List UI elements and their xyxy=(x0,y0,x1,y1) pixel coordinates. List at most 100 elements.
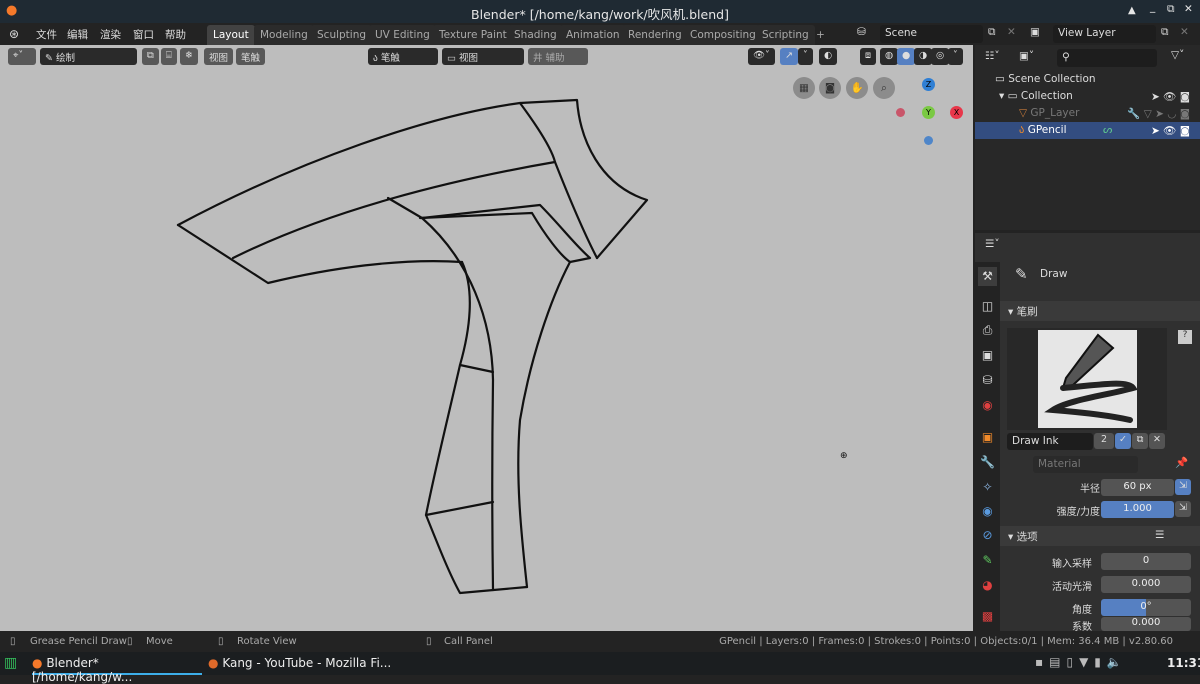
radius-field[interactable]: 60 px xyxy=(1101,479,1174,496)
gizmo-y-axis[interactable]: Y xyxy=(922,106,935,119)
delete-view-layer-icon[interactable]: ✕ xyxy=(1180,26,1189,38)
blender-menu-icon[interactable]: ⊛ xyxy=(9,27,19,41)
list-icon[interactable]: ☰ xyxy=(1155,529,1164,541)
view-layer-icon[interactable]: ▣ xyxy=(1030,26,1040,38)
tab-object-icon[interactable]: ▣ xyxy=(978,428,997,447)
tab-texture-icon[interactable]: ▩ xyxy=(978,607,997,626)
view-menu[interactable]: 视图 xyxy=(204,48,234,65)
maximize-button[interactable]: ⧉ xyxy=(1167,3,1175,16)
scene-icon[interactable]: ⛁ xyxy=(857,26,866,38)
tab-texture-paint[interactable]: Texture Paint xyxy=(433,25,513,45)
outliner-item-gp-layer[interactable]: ▽ GP_Layer 🔧 ▽ ➤ ◡ ◙ xyxy=(975,105,1200,122)
duplicate-brush-icon[interactable]: ⧉ xyxy=(1132,433,1148,449)
radius-pressure-icon[interactable]: ⇲ xyxy=(1175,479,1191,495)
tab-output-icon[interactable]: ⎙ xyxy=(978,321,997,340)
brush-panel-header[interactable]: ▾ 笔刷 xyxy=(1000,301,1200,321)
shading-solid-icon[interactable]: ● xyxy=(897,48,916,65)
tab-render-icon[interactable]: ◫ xyxy=(978,297,997,316)
strength-pressure-icon[interactable]: ⇲ xyxy=(1175,501,1191,517)
multiframe-icon[interactable]: ⧉ xyxy=(142,48,159,65)
edit-lines-icon[interactable]: ⌸ xyxy=(161,48,177,65)
zoom-icon[interactable]: ⌕ xyxy=(873,77,895,99)
visibility-toggles[interactable]: ➤ 👁 ◙ xyxy=(1151,124,1190,137)
material-pin-icon[interactable]: 📌 xyxy=(1175,456,1188,469)
tab-physics-icon[interactable]: ◉ xyxy=(978,502,997,521)
minimize-button[interactable]: _ xyxy=(1150,1,1155,13)
filter-icon[interactable]: ▽˅ xyxy=(1171,49,1184,61)
tab-scene-icon[interactable]: ⛁ xyxy=(978,371,997,390)
menu-help[interactable]: 帮助 xyxy=(165,27,186,42)
tab-shading[interactable]: Shading xyxy=(508,25,563,45)
gizmo-neg-z-axis[interactable] xyxy=(924,136,933,145)
shading-dropdown[interactable]: ˅ xyxy=(948,48,963,65)
tab-compositing[interactable]: Compositing xyxy=(684,25,762,45)
unlink-brush-icon[interactable]: ✕ xyxy=(1149,433,1165,449)
brush-users-count[interactable]: 2 xyxy=(1094,433,1114,449)
input-samples-field[interactable]: 0 xyxy=(1101,553,1191,570)
tab-data-icon[interactable]: ✎ xyxy=(978,551,997,570)
new-scene-icon[interactable]: ⧉ xyxy=(988,26,996,39)
filter-view-layer-icon[interactable]: ▣˅ xyxy=(1019,50,1034,62)
brush-menu[interactable]: 笔触 xyxy=(236,48,266,65)
task-blender[interactable]: ● Blender* [/home/kang/w... xyxy=(32,652,202,684)
active-smooth-field[interactable]: 0.000 xyxy=(1101,576,1191,593)
outliner-search-input[interactable]: ⚲ xyxy=(1057,49,1157,67)
3d-viewport[interactable]: ⊕ ▦ ◙ ✋ ⌕ Z Y X xyxy=(0,45,973,631)
add-workspace-button[interactable]: + xyxy=(810,25,831,45)
camera-view-icon[interactable]: ◙ xyxy=(819,77,841,99)
material-field[interactable]: Material xyxy=(1033,456,1138,473)
menu-window[interactable]: 窗口 xyxy=(133,27,154,42)
tab-modifiers-icon[interactable]: 🔧 xyxy=(978,453,997,472)
tab-animation[interactable]: Animation xyxy=(560,25,626,45)
new-view-layer-icon[interactable]: ⧉ xyxy=(1161,26,1169,39)
clock[interactable]: 11:31 xyxy=(1167,656,1200,670)
shading-material-icon[interactable]: ◑ xyxy=(914,48,933,65)
tab-layout[interactable]: Layout xyxy=(207,25,255,45)
brush-name-field[interactable]: Draw Ink xyxy=(1007,433,1093,450)
window-shade-button[interactable]: ▲ xyxy=(1128,5,1136,16)
brush-preview[interactable] xyxy=(1007,328,1167,430)
tab-material-icon[interactable]: ◕ xyxy=(978,576,997,595)
tray-icons[interactable]: ▪▤▯▼▮🔈 xyxy=(1035,655,1128,669)
shading-wireframe-icon[interactable]: ◍ xyxy=(880,48,899,65)
outliner-item-scene-collection[interactable]: ▭ Scene Collection xyxy=(975,71,1200,88)
factor-field[interactable]: 0.000 xyxy=(1101,617,1191,631)
menu-edit[interactable]: 编辑 xyxy=(67,27,88,42)
angle-field[interactable]: 0° xyxy=(1101,599,1191,616)
delete-scene-icon[interactable]: ✕ xyxy=(1007,26,1016,38)
app-menu-icon[interactable]: ▥ xyxy=(4,655,17,671)
gizmo-dropdown[interactable]: ˅ xyxy=(798,48,813,65)
tab-modeling[interactable]: Modeling xyxy=(254,25,314,45)
editor-type-button[interactable]: ⌖˅ xyxy=(8,48,36,65)
xray-icon[interactable]: ⧈ xyxy=(860,48,877,65)
menu-render[interactable]: 渲染 xyxy=(100,27,121,42)
guides-toggle[interactable]: 井 辅助 xyxy=(528,48,588,65)
orientation-selector[interactable]: ▭ 视图 xyxy=(442,48,524,65)
display-mode-icon[interactable]: ☷˅ xyxy=(985,50,1000,62)
strength-field[interactable]: 1.000 xyxy=(1101,501,1174,518)
tab-constraints-icon[interactable]: ⊘ xyxy=(978,526,997,545)
outliner-item-collection[interactable]: ▾ ▭ Collection ➤ 👁 ◙ xyxy=(975,88,1200,105)
gizmo-z-axis[interactable]: Z xyxy=(922,78,935,91)
scene-selector[interactable]: Scene xyxy=(880,25,983,43)
fake-user-shield-icon[interactable]: ✓ xyxy=(1115,433,1131,449)
task-firefox[interactable]: ● Kang - YouTube - Mozilla Fi... xyxy=(208,652,408,675)
tab-world-icon[interactable]: ◉ xyxy=(978,396,997,415)
options-panel-header[interactable]: ▾ 选项 ☰ xyxy=(1000,526,1200,546)
menu-file[interactable]: 文件 xyxy=(36,27,57,42)
editor-type-icon[interactable]: ☰˅ xyxy=(985,238,1000,250)
pan-hand-icon[interactable]: ✋ xyxy=(846,77,868,99)
tab-scripting[interactable]: Scripting xyxy=(756,25,815,45)
mode-selector[interactable]: ✎ 绘制 xyxy=(40,48,137,65)
tab-effects-icon[interactable]: ✧ xyxy=(978,478,997,497)
gizmo-neg-x-axis[interactable] xyxy=(896,108,905,117)
tab-rendering[interactable]: Rendering xyxy=(622,25,688,45)
stroke-placement-selector[interactable]: ა 笔触 xyxy=(368,48,438,65)
tab-tool-icon[interactable]: ⚒ xyxy=(978,267,997,286)
visibility-toggles[interactable]: ➤ 👁 ◙ xyxy=(1151,90,1190,103)
overlays-icon[interactable]: ◐ xyxy=(819,48,838,65)
view-layer-selector[interactable]: View Layer xyxy=(1053,25,1156,43)
tab-uv-editing[interactable]: UV Editing xyxy=(369,25,436,45)
snowflake-icon[interactable]: ❄ xyxy=(180,48,198,65)
brush-help-icon[interactable]: ? xyxy=(1178,330,1192,344)
